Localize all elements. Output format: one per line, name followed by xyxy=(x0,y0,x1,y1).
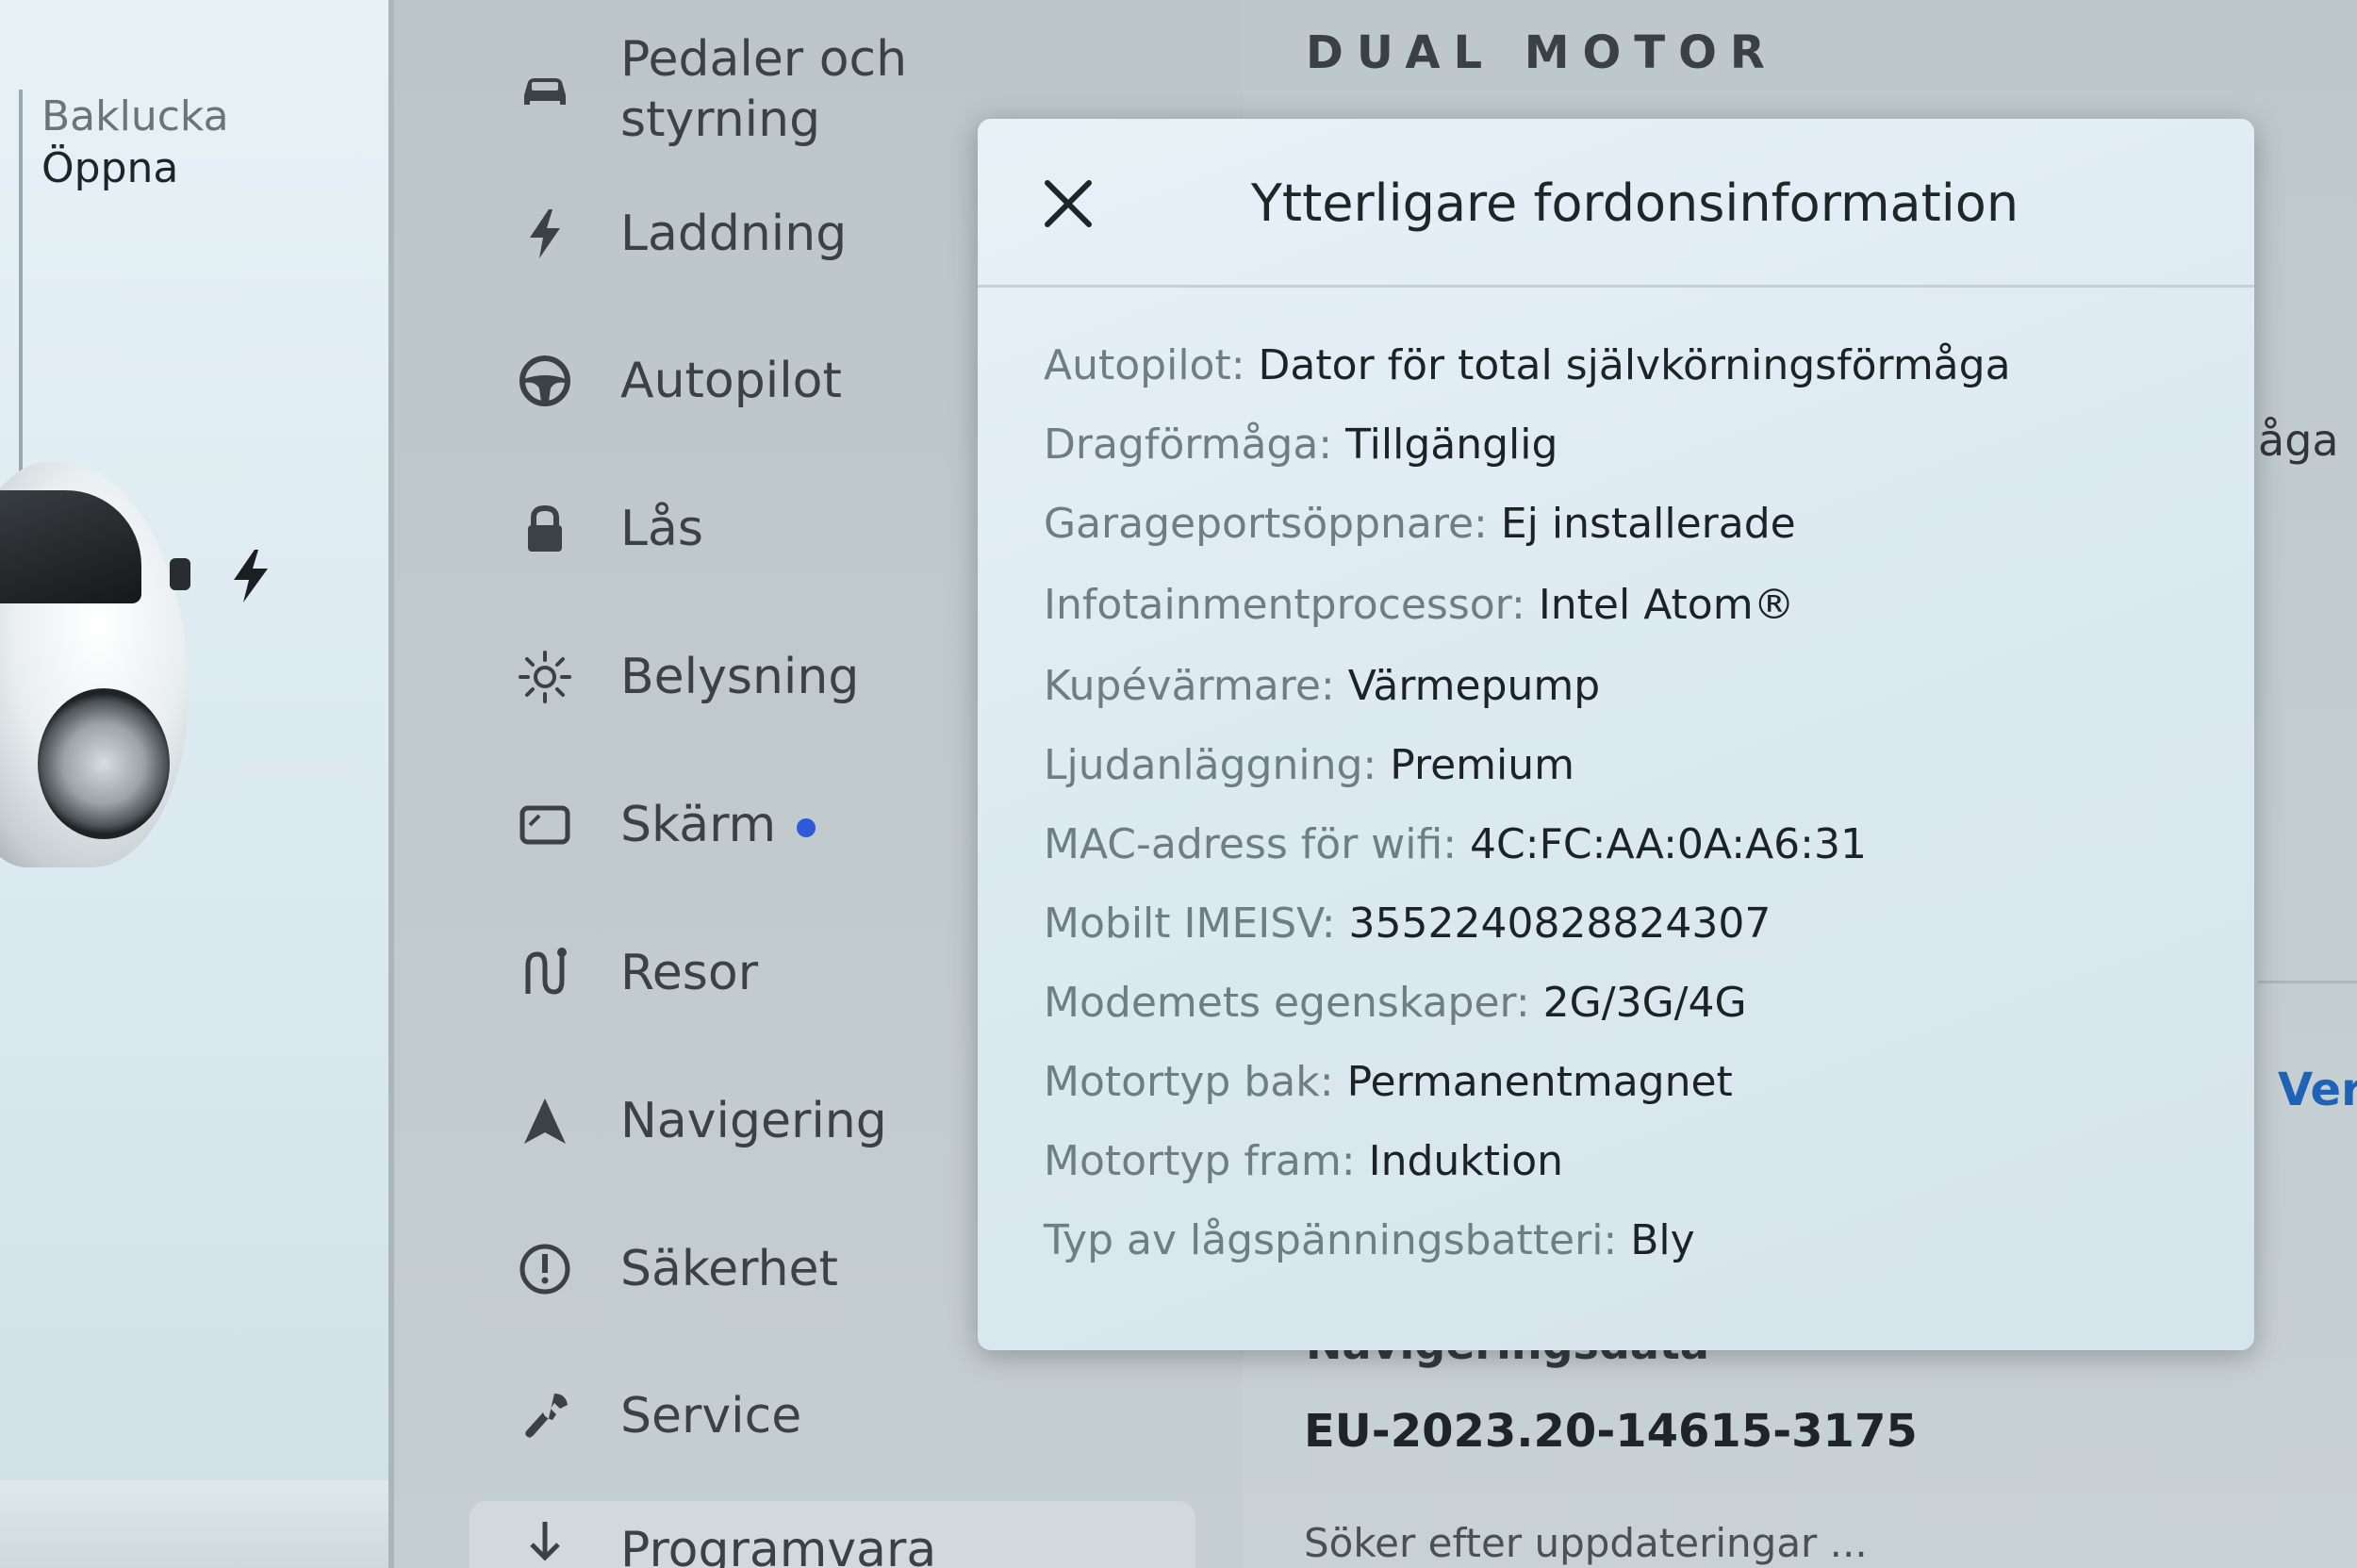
background-text-fragment: åga xyxy=(2258,415,2339,466)
navigation-arrow-icon xyxy=(524,1098,566,1144)
car-taillight xyxy=(170,558,190,590)
car-panel: Baklucka Öppna xyxy=(0,0,394,1568)
menu-item-label: Belysning xyxy=(620,649,860,705)
menu-item-label: Laddning xyxy=(620,206,848,262)
info-key: Motortyp bak: xyxy=(1044,1058,1334,1106)
info-value: Tillgänglig xyxy=(1345,421,1558,469)
panel-divider xyxy=(19,90,23,476)
info-value: Dator för total självkörningsförmåga xyxy=(1258,341,2011,389)
info-key: Dragförmåga: xyxy=(1044,421,1333,469)
menu-item-label: Programvara xyxy=(620,1522,937,1568)
info-row: Autopilot: Dator för total självkörnings… xyxy=(1044,341,2011,389)
menu-item-service[interactable]: Service xyxy=(394,1369,1167,1463)
menu-item-label: Skärm xyxy=(620,795,816,855)
info-key: Mobilt IMEISV: xyxy=(1044,900,1336,948)
info-key: Infotainmentprocessor: xyxy=(1044,581,1525,629)
car-icon xyxy=(524,78,566,105)
lock-icon xyxy=(528,504,562,552)
info-row: Modemets egenskaper: 2G/3G/4G xyxy=(1044,979,1747,1027)
info-row: Typ av lågspänningsbatteri: Bly xyxy=(1044,1216,1695,1264)
download-icon xyxy=(530,1522,560,1561)
info-key: Ljudanläggning: xyxy=(1044,741,1377,789)
dialog-title: Ytterligare fordonsinformation xyxy=(1250,173,2019,233)
bolt-icon xyxy=(530,209,560,258)
info-key: Typ av lågspänningsbatteri: xyxy=(1044,1216,1618,1264)
info-row: Infotainmentprocessor: Intel Atom® xyxy=(1044,581,1795,629)
dialog-divider xyxy=(978,285,2254,288)
info-value: Bly xyxy=(1630,1216,1695,1264)
menu-item-label: Service xyxy=(620,1388,802,1444)
info-row: Kupévärmare: Värmepump xyxy=(1044,662,1600,710)
trunk-open-button[interactable]: Öppna xyxy=(41,144,178,192)
model-brand: DUAL MOTOR xyxy=(1306,26,1778,79)
menu-item-label: Navigering xyxy=(620,1093,887,1149)
info-row: Mobilt IMEISV: 3552240828824307 xyxy=(1044,900,1771,948)
info-key: Autopilot: xyxy=(1044,341,1245,389)
info-value: 4C:FC:AA:0A:A6:31 xyxy=(1470,820,1867,868)
info-value: Induktion xyxy=(1368,1137,1564,1185)
trunk-title: Baklucka xyxy=(41,92,229,140)
info-value: Ej installerade xyxy=(1500,500,1796,548)
divider xyxy=(2258,981,2357,983)
charge-port-bolt-icon[interactable] xyxy=(230,550,272,602)
navdata-version: EU-2023.20-14615-3175 xyxy=(1304,1405,1918,1458)
info-row: Dragförmåga: Tillgänglig xyxy=(1044,421,1558,469)
menu-item-software[interactable]: Programvara xyxy=(470,1501,1195,1568)
panel-bottom xyxy=(0,1480,388,1568)
info-row: Garageportsöppnare: Ej installerade xyxy=(1044,500,1796,548)
info-key: Garageportsöppnare: xyxy=(1044,500,1488,548)
info-row: MAC-adress för wifi: 4C:FC:AA:0A:A6:31 xyxy=(1044,820,1867,868)
alert-circle-icon xyxy=(519,1244,570,1295)
info-row: Motortyp fram: Induktion xyxy=(1044,1137,1563,1185)
wrench-icon xyxy=(525,1394,568,1438)
info-row: Motortyp bak: Permanentmagnet xyxy=(1044,1058,1733,1106)
trips-icon xyxy=(525,948,567,995)
vehicle-info-dialog: Ytterligare fordonsinformation Autopilot… xyxy=(978,119,2254,1350)
info-value: Premium xyxy=(1390,741,1574,789)
notification-dot xyxy=(797,818,816,837)
info-value: 2G/3G/4G xyxy=(1542,979,1747,1027)
release-notes-link[interactable]: Ver xyxy=(2278,1064,2357,1116)
menu-item-label: Resor xyxy=(620,945,759,1001)
menu-item-label: Pedaler och styrning xyxy=(620,31,908,148)
update-status: Söker efter uppdateringar ... xyxy=(1304,1520,1868,1566)
info-value: Värmepump xyxy=(1347,662,1601,710)
sun-icon xyxy=(519,651,571,703)
menu-item-label: Lås xyxy=(620,501,703,557)
info-value: 3552240828824307 xyxy=(1348,900,1772,948)
car-wheel xyxy=(38,688,170,839)
menu-item-label: Säkerhet xyxy=(620,1241,838,1297)
info-row: Ljudanläggning: Premium xyxy=(1044,741,1574,789)
menu-item-label: Autopilot xyxy=(620,353,842,409)
info-key: Motortyp fram: xyxy=(1044,1137,1356,1185)
info-key: MAC-adress för wifi: xyxy=(1044,820,1458,868)
info-value: Intel Atom® xyxy=(1538,581,1795,629)
display-icon xyxy=(519,805,570,845)
info-value: Permanentmagnet xyxy=(1346,1058,1733,1106)
info-key: Kupévärmare: xyxy=(1044,662,1335,710)
info-key: Modemets egenskaper: xyxy=(1044,979,1530,1027)
steering-wheel-icon xyxy=(519,355,570,406)
